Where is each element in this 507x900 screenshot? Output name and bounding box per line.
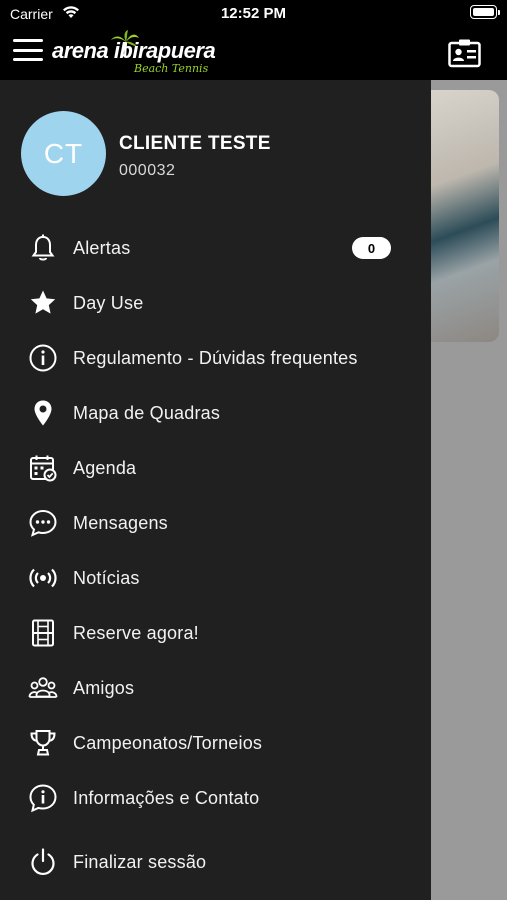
menu-item-noticias[interactable]: Notícias [0, 553, 431, 603]
menu-label: Alertas [73, 237, 131, 258]
logout-button[interactable]: Finalizar sessão [0, 837, 431, 887]
menu-item-mensagens[interactable]: Mensagens [0, 498, 431, 548]
bell-icon [28, 233, 58, 263]
menu-item-day-use[interactable]: Day Use [0, 278, 431, 328]
menu-label: Regulamento - Dúvidas frequentes [73, 347, 358, 368]
menu-label: Agenda [73, 457, 137, 478]
menu-item-alertas[interactable]: Alertas 0 [0, 223, 431, 273]
menu-label: Notícias [73, 567, 140, 588]
menu-item-campeonatos-torneios[interactable]: Campeonatos/Torneios [0, 718, 431, 768]
battery-icon [470, 5, 500, 19]
map-pin-icon [28, 398, 58, 428]
user-name: CLIENTE TESTE [119, 133, 271, 154]
menu-label: Amigos [73, 677, 135, 698]
menu-item-agenda[interactable]: Agenda [0, 443, 431, 493]
court-icon [28, 618, 58, 648]
menu-label: Mensagens [73, 512, 168, 533]
menu-item-reserve-agora[interactable]: Reserve agora! [0, 608, 431, 658]
menu-item-informacoes-e-contato[interactable]: Informações e Contato [0, 773, 431, 823]
broadcast-icon [28, 563, 58, 593]
logo-text: arena ibirapuera [52, 38, 216, 63]
menu-label: Day Use [73, 292, 144, 313]
clock: 12:52 PM [220, 5, 287, 22]
menu-label: Informações e Contato [73, 787, 260, 808]
banner-image [431, 90, 499, 342]
menu-item-regulamento[interactable]: Regulamento - Dúvidas frequentes [0, 333, 431, 383]
menu-label: Reserve agora! [73, 622, 199, 643]
logo-subtitle: Beach Tennis [134, 62, 209, 75]
menu-item-amigos[interactable]: Amigos [0, 663, 431, 713]
menu-label: Mapa de Quadras [73, 402, 221, 423]
info-icon [28, 343, 58, 373]
avatar[interactable]: CT [21, 111, 106, 196]
member-card-icon[interactable] [448, 38, 481, 68]
menu-label: Finalizar sessão [73, 851, 207, 872]
trophy-icon [28, 728, 58, 758]
status-bar: Carrier 12:52 PM [0, 0, 507, 28]
calendar-icon [28, 453, 58, 483]
app-logo: arena ibirapuera Beach Tennis [52, 30, 252, 76]
chat-icon [28, 508, 58, 538]
app-header: arena ibirapuera Beach Tennis [0, 28, 507, 80]
hamburger-menu-icon[interactable] [13, 39, 43, 61]
star-icon [28, 288, 58, 318]
info-chat-icon [28, 783, 58, 813]
menu-label: Campeonatos/Torneios [73, 732, 263, 753]
power-icon [28, 847, 58, 877]
friends-icon [28, 673, 58, 703]
side-drawer: CT CLIENTE TESTE 000032 Alertas 0 Day Us… [0, 80, 431, 900]
menu-item-mapa-de-quadras[interactable]: Mapa de Quadras [0, 388, 431, 438]
user-id: 000032 [119, 162, 176, 179]
alert-count-badge: 0 [352, 237, 391, 259]
